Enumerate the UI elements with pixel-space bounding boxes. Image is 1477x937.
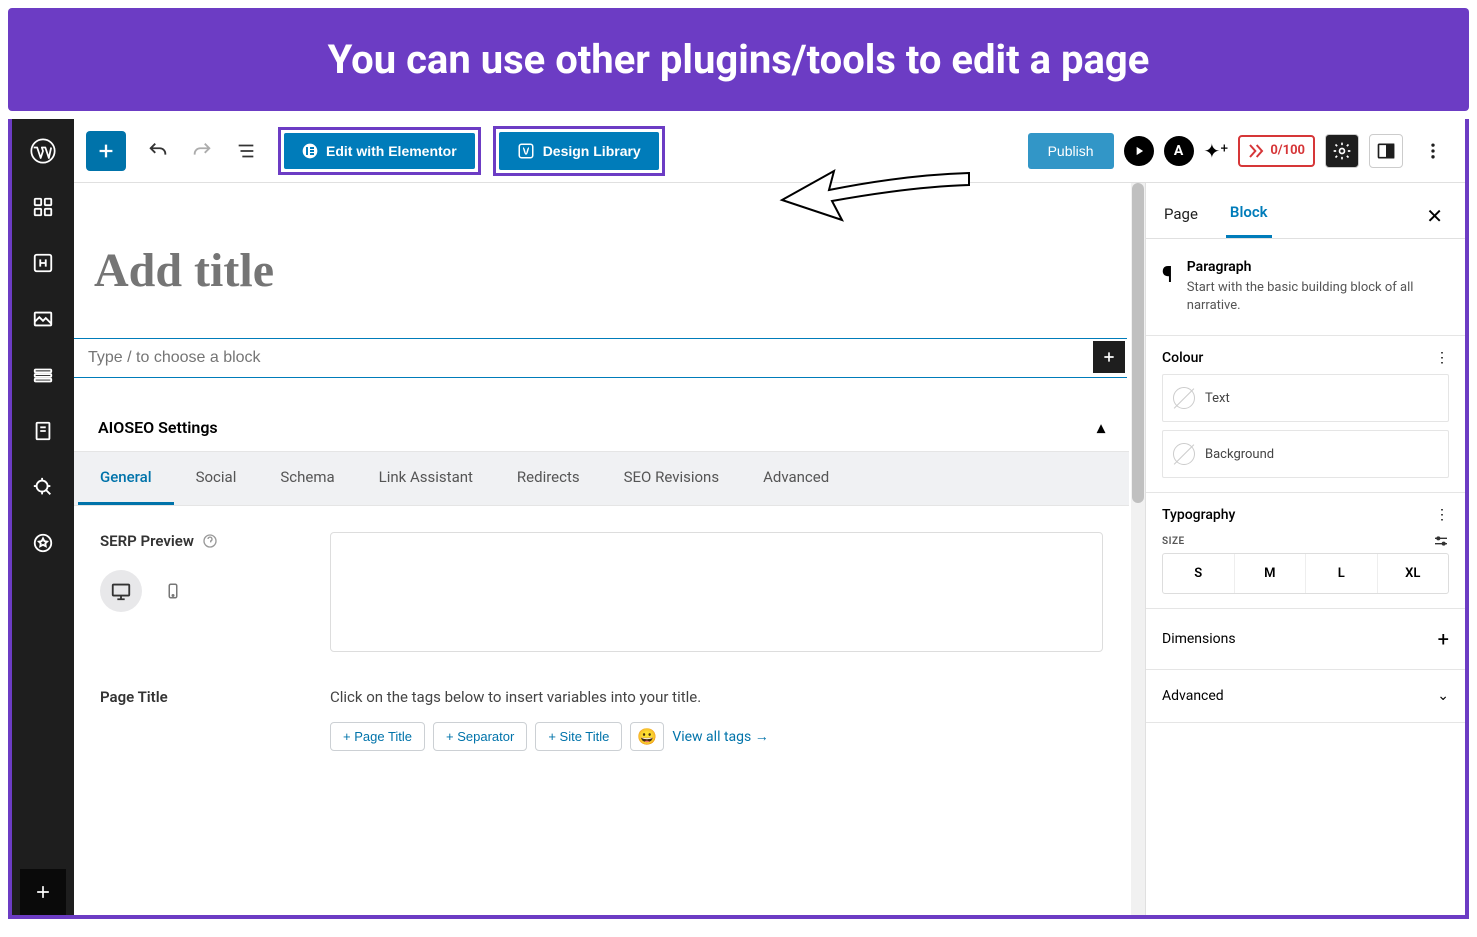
aioseo-heading[interactable]: AIOSEO Settings ▴ — [74, 404, 1129, 452]
elementor-highlight: Edit with Elementor — [278, 127, 481, 175]
aioseo-tab-advanced[interactable]: Advanced — [741, 452, 851, 505]
editor-body: Add title AIOSEO Settings ▴ Gen — [74, 183, 1465, 915]
settings-sidebar: Page Block ✕ ¶ Paragraph Start with the … — [1145, 183, 1465, 915]
seo-score-value: 0/100 — [1270, 143, 1305, 158]
inline-add-block-button[interactable] — [1093, 341, 1125, 373]
aioseo-heading-label: AIOSEO Settings — [98, 418, 218, 437]
plugin-icon-1[interactable] — [1124, 136, 1154, 166]
typography-section: Typography ⋮ SIZE S M L XL — [1146, 493, 1465, 609]
undo-button[interactable] — [138, 131, 178, 171]
tag-separator[interactable]: + Separator — [433, 722, 527, 751]
title-field[interactable]: Add title — [74, 215, 1129, 330]
page-title-label: Page Title — [100, 688, 300, 706]
collapse-icon: ▴ — [1097, 418, 1105, 437]
image-icon[interactable] — [29, 305, 57, 333]
sidebar-tab-page[interactable]: Page — [1160, 195, 1202, 237]
colour-label: Colour — [1162, 350, 1203, 366]
sparkle-icon[interactable]: ✦⁺ — [1204, 139, 1229, 163]
size-label: SIZE — [1162, 536, 1185, 547]
text-colour-swatch — [1173, 387, 1195, 409]
gear-button[interactable] — [1325, 134, 1359, 168]
plugin-icon-2[interactable]: A — [1164, 136, 1194, 166]
dimensions-section[interactable]: Dimensions + — [1146, 609, 1465, 670]
page-title-description: Click on the tags below to insert variab… — [330, 688, 1103, 706]
elementor-label: Edit with Elementor — [326, 143, 457, 159]
tutorial-banner: You can use other plugins/tools to edit … — [8, 8, 1469, 111]
wordpress-logo-icon[interactable] — [29, 137, 57, 165]
help-icon[interactable] — [202, 533, 218, 549]
chevron-down-icon: ⌄ — [1437, 688, 1449, 704]
aioseo-tab-redirects[interactable]: Redirects — [495, 452, 602, 505]
sidebar-close-button[interactable]: ✕ — [1418, 200, 1451, 232]
block-description: ¶ Paragraph Start with the basic buildin… — [1146, 239, 1465, 336]
wp-admin-rail — [12, 119, 74, 915]
view-all-tags-link[interactable]: View all tags → — [672, 728, 768, 745]
block-name: Paragraph — [1187, 259, 1449, 275]
aioseo-tabs: General Social Schema Link Assistant Red… — [74, 452, 1129, 506]
aioseo-tab-seo-revisions[interactable]: SEO Revisions — [602, 452, 741, 505]
block-input-row — [74, 338, 1127, 378]
aioseo-tab-link-assistant[interactable]: Link Assistant — [357, 452, 495, 505]
edit-with-elementor-button[interactable]: Edit with Elementor — [284, 133, 475, 169]
aioseo-tab-schema[interactable]: Schema — [258, 452, 356, 505]
paragraph-icon: ¶ — [1162, 259, 1173, 315]
size-l[interactable]: L — [1306, 554, 1378, 593]
settings-star-icon[interactable] — [29, 529, 57, 557]
document-outline-button[interactable] — [226, 131, 266, 171]
colour-options-icon[interactable]: ⋮ — [1435, 350, 1449, 366]
block-input[interactable] — [74, 339, 1093, 377]
seo-score-chip[interactable]: 0/100 — [1238, 135, 1315, 167]
heading-icon[interactable] — [29, 249, 57, 277]
list-icon[interactable] — [29, 361, 57, 389]
desktop-preview-button[interactable] — [100, 570, 142, 612]
tag-page-title[interactable]: + Page Title — [330, 722, 425, 751]
design-library-button[interactable]: Design Library — [499, 132, 659, 170]
aioseo-panel: AIOSEO Settings ▴ General Social Schema … — [74, 404, 1129, 777]
aioseo-tab-social[interactable]: Social — [174, 452, 259, 505]
redo-button[interactable] — [182, 131, 222, 171]
advanced-section[interactable]: Advanced ⌄ — [1146, 670, 1465, 723]
colour-section: Colour ⋮ Text Background — [1146, 336, 1465, 493]
background-colour-control[interactable]: Background — [1162, 430, 1449, 478]
text-colour-control[interactable]: Text — [1162, 374, 1449, 422]
typography-options-icon[interactable]: ⋮ — [1435, 507, 1449, 523]
serp-preview-label: SERP Preview — [100, 532, 300, 550]
emoji-button[interactable]: 😀 — [630, 722, 664, 751]
size-xl[interactable]: XL — [1378, 554, 1449, 593]
more-options-button[interactable] — [1413, 131, 1453, 171]
tag-site-title[interactable]: + Site Title — [535, 722, 622, 751]
plus-icon: + — [1438, 627, 1449, 651]
mobile-preview-button[interactable] — [152, 570, 194, 612]
serp-preview-box — [330, 532, 1103, 652]
canvas: Add title AIOSEO Settings ▴ Gen — [74, 183, 1131, 915]
size-m[interactable]: M — [1235, 554, 1307, 593]
scrollbar-thumb[interactable] — [1132, 183, 1144, 503]
size-selector: S M L XL — [1162, 553, 1449, 594]
add-block-rail-button[interactable] — [20, 869, 66, 915]
publish-button[interactable]: Publish — [1028, 133, 1114, 169]
sidebar-tab-block[interactable]: Block — [1226, 193, 1272, 238]
size-settings-icon[interactable] — [1433, 535, 1449, 547]
design-library-label: Design Library — [543, 143, 641, 159]
page-icon[interactable] — [29, 417, 57, 445]
main-area: Edit with Elementor Design Library Publi… — [74, 119, 1465, 915]
aioseo-tab-general[interactable]: General — [78, 452, 174, 505]
app-frame: Edit with Elementor Design Library Publi… — [8, 119, 1469, 919]
cursor-icon[interactable] — [29, 473, 57, 501]
background-colour-swatch — [1173, 443, 1195, 465]
sidebar-toggle-button[interactable] — [1369, 134, 1403, 168]
block-desc-text: Start with the basic building block of a… — [1187, 279, 1449, 315]
design-library-highlight: Design Library — [493, 126, 665, 176]
editor-topbar: Edit with Elementor Design Library Publi… — [74, 119, 1465, 183]
scrollbar[interactable] — [1131, 183, 1145, 915]
size-s[interactable]: S — [1163, 554, 1235, 593]
dashboard-icon[interactable] — [29, 193, 57, 221]
add-block-button[interactable] — [86, 131, 126, 171]
typography-label: Typography — [1162, 507, 1235, 523]
